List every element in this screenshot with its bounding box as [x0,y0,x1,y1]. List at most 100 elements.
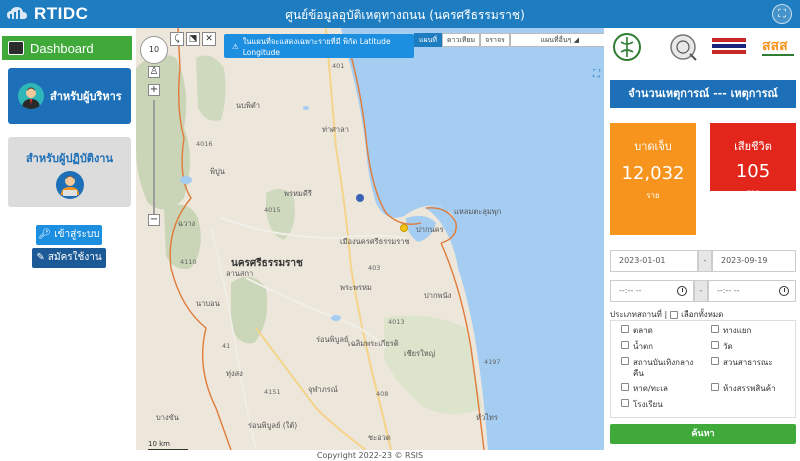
zoom-in-button[interactable]: + [148,84,160,96]
place-item[interactable]: โรงเรียน [621,399,663,410]
dead-title: เสียชีวิต [734,140,772,153]
place-label: น้ำตก [633,342,653,351]
operator-card[interactable]: สำหรับผู้ปฏิบัติงาน [8,137,131,207]
svg-text:สสส: สสส [762,38,788,54]
map-label: ทุ่งสง [226,369,243,378]
place-label: หาด/ทะเล [633,384,668,393]
map-label: เฉลิมพระเกียรติ [348,339,399,348]
map-type-satellite[interactable]: ดาวเทียม [442,33,481,47]
edit-icon: ✎ [36,252,45,263]
map-label: นบพิตำ [236,101,260,110]
zoom-out-button[interactable]: − [148,214,160,226]
injured-card: บาดเจ็บ 12,032 ราย [610,123,696,235]
map-label: นาบอน [196,299,220,308]
incident-marker[interactable] [400,224,408,232]
place-item[interactable]: สถานบันเทิงกลางคืน [621,357,699,379]
place-item[interactable]: ทางแยก [711,325,751,336]
date-from-input[interactable]: 2023-01-01 [610,250,698,272]
street-view-icon[interactable]: ♙ [148,66,160,78]
fullscreen-icon[interactable]: ⛶ [772,4,792,24]
flag-logo-icon [712,36,746,56]
executive-avatar-icon [18,83,44,109]
date-to-input[interactable]: 2023-09-19 [712,250,796,272]
map-type-select-label: แผนที่อื่นๆ [540,36,572,44]
key-icon: 🔑︎ [38,229,52,240]
top-bar: RTIDC ศูนย์ข้อมูลอุบัติเหตุทางถนน (นครศร… [0,0,800,28]
place-item[interactable]: วัด [711,341,733,352]
zoom-slider[interactable] [153,100,155,215]
map-type-traffic[interactable]: จราจร [480,33,510,47]
road-label: 4016 [196,140,213,148]
place-label: สวนสาธารณะ [723,358,773,367]
draw-line-icon[interactable]: ⤹ [170,32,184,46]
road-label: 4110 [180,258,197,266]
search-button[interactable]: ค้นหา [610,424,796,444]
map-label: ร่อนพิบูลย์ [316,335,349,344]
road-label: 4013 [388,318,405,326]
place-checkbox[interactable] [711,325,719,333]
login-button[interactable]: 🔑︎ เข้าสู่ระบบ [36,225,102,245]
map-notice: ⚠ ในแผนที่จะแสดงเฉพาะรายที่มี พิกัด Lati… [224,34,414,58]
clock-icon[interactable] [779,286,789,296]
map-label: จุฬาภรณ์ [308,385,338,394]
place-checkbox[interactable] [621,325,629,333]
map-label: บางขัน [156,413,179,422]
map-label: ปากพนัง [424,291,452,300]
injured-unit: ราย [646,191,660,200]
place-checkbox[interactable] [621,383,629,391]
time-from-input[interactable]: --:-- -- [610,280,694,302]
map-label: หัวไทร [476,413,498,422]
page-title: ศูนย์ข้อมูลอุบัติเหตุทางถนน (นครศรีธรรมร… [285,8,525,22]
place-label: สถานบันเทิงกลางคืน [633,358,694,378]
time-to-input[interactable]: --:-- -- [708,280,796,302]
draw-polygon-icon[interactable]: ⬔ [186,32,200,46]
map-fullscreen-icon[interactable]: ⛶ [591,70,602,81]
map-label: ปากนคร [416,225,444,234]
place-checkbox[interactable] [711,357,719,365]
brand[interactable]: RTIDC [6,3,88,25]
place-item[interactable]: น้ำตก [621,341,653,352]
place-checkbox[interactable] [621,357,629,365]
road-label: 4015 [264,206,281,214]
map-scale: 10 km [148,440,188,450]
admin-card[interactable]: สำหรับผู้บริหาร [8,68,131,124]
dashboard-header[interactable]: Dashboard [2,36,132,60]
zoom-level[interactable]: 10 [140,36,168,64]
register-button[interactable]: ✎ สมัครใช้งาน [32,248,106,268]
partner-logos: สสส [610,30,796,62]
place-checkbox[interactable] [711,341,719,349]
place-checkbox[interactable] [711,383,719,391]
place-item[interactable]: ตลาด [621,325,653,336]
place-checkbox[interactable] [621,399,629,407]
dashboard-label: Dashboard [30,40,94,56]
injured-title: บาดเจ็บ [634,140,672,153]
place-label: ห้างสรรพสินค้า [723,384,776,393]
map-label: เมืองนครศรีธรรมราช [340,237,410,246]
brand-name: RTIDC [34,4,89,23]
select-all-checkbox[interactable] [670,310,679,319]
place-item[interactable]: ห้างสรรพสินค้า [711,383,776,394]
map-view[interactable]: 10 ♙ + − ⤹ ⬔ ✕ ⚠ ในแผนที่จะแสดงเฉพาะรายท… [136,28,604,450]
zoom-control: 10 ♙ + − [140,36,168,226]
place-item[interactable]: หาด/ทะเล [621,383,668,394]
map-label: เชียรใหญ่ [404,349,436,358]
scale-label: 10 km [148,440,171,448]
road-label: 408 [376,390,389,398]
dead-unit: ราย [746,188,760,197]
place-item[interactable]: สวนสาธารณะ [711,357,791,368]
map-label: พระพรหม [340,283,372,292]
map-type-select[interactable]: แผนที่อื่นๆ ◢ [509,33,604,47]
place-checkbox[interactable] [621,341,629,349]
notice-text: ในแผนที่จะแสดงเฉพาะรายที่มี พิกัด Latitu… [242,36,391,57]
clear-drawing-icon[interactable]: ✕ [202,32,216,46]
map-label: แหลมตะลุมพุก [454,207,502,216]
dead-card: เสียชีวิต 105 ราย [710,123,796,197]
map-type-map[interactable]: แผนที่ [414,33,443,47]
police-logo-icon [670,34,697,61]
footer-copyright: Copyright 2022-23 © RSIS [136,450,604,461]
map-label: พิปูน [210,167,225,176]
dead-value: 105 [735,161,771,182]
poi-marker[interactable] [356,194,364,202]
clock-icon[interactable] [677,286,687,296]
time-to-value: --:-- -- [717,286,740,295]
